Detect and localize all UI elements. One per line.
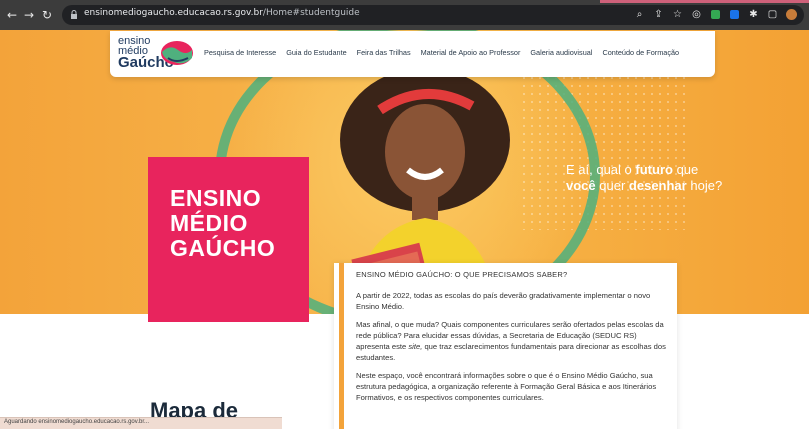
- main-nav: Pesquisa de Interesse Guia do Estudante …: [204, 48, 679, 57]
- nav-conteudo-de-formacao[interactable]: Conteúdo de Formação: [602, 48, 679, 57]
- camera-extension-icon[interactable]: ◎: [690, 8, 703, 21]
- puzzle-icon[interactable]: ✱: [747, 8, 760, 21]
- bookmark-star-icon[interactable]: ☆: [671, 8, 684, 21]
- extension-b-icon[interactable]: [728, 8, 741, 21]
- site-header: ensino médio Gaúcho Pesquisa de Interess…: [110, 31, 715, 77]
- url-text: ensinomediogaucho.educacao.rs.gov.br/Hom…: [84, 8, 360, 18]
- page: E aí, qual o futuro que você quer desenh…: [0, 30, 809, 429]
- hero-tagline: E aí, qual o futuro que você quer desenh…: [566, 162, 723, 193]
- browser-toolbar: ← → ↻ ensinomediogaucho.educacao.rs.gov.…: [0, 0, 809, 30]
- nav-galeria-audiovisual[interactable]: Galeria audiovisual: [530, 48, 592, 57]
- reload-icon[interactable]: ↻: [40, 8, 54, 22]
- intro-heading: ENSINO MÉDIO GAÚCHO: O QUE PRECISAMOS SA…: [356, 270, 568, 279]
- extension-a-icon[interactable]: [709, 8, 722, 21]
- address-bar[interactable]: ensinomediogaucho.educacao.rs.gov.br/Hom…: [62, 5, 804, 25]
- share-icon[interactable]: ⇪: [652, 8, 665, 21]
- zoom-icon[interactable]: ⌕: [633, 8, 646, 21]
- intro-paragraph-1: A partir de 2022, todas as escolas do pa…: [356, 291, 651, 311]
- hero-title: ENSINO MÉDIO GAÚCHO: [170, 185, 276, 261]
- profile-avatar-icon[interactable]: [785, 8, 798, 21]
- nav-guia-do-estudante[interactable]: Guia do Estudante: [286, 48, 346, 57]
- status-bar: Aguardando ensinomediogaucho.educacao.rs…: [0, 417, 282, 429]
- nav-feira-das-trilhas[interactable]: Feira das Trilhas: [357, 48, 411, 57]
- site-logo[interactable]: ensino médio Gaúcho: [118, 36, 198, 72]
- back-icon[interactable]: ←: [5, 8, 19, 22]
- tabstrip: [0, 0, 809, 3]
- lock-icon: [71, 10, 77, 19]
- card-accent-bar: [339, 263, 344, 429]
- sidepanel-icon[interactable]: ▢: [766, 8, 779, 21]
- nav-pesquisa-de-interesse[interactable]: Pesquisa de Interesse: [204, 48, 276, 57]
- brain-logo-icon: [161, 41, 193, 65]
- nav-material-de-apoio[interactable]: Material de Apoio ao Professor: [421, 48, 521, 57]
- toolbar-icons: ⌕ ⇪ ☆ ◎ ✱ ▢: [633, 8, 798, 21]
- intro-paragraph-3: Neste espaço, você encontrará informaçõe…: [356, 371, 657, 402]
- forward-icon[interactable]: →: [22, 8, 36, 22]
- intro-paragraph-2: Mas afinal, o que muda? Quais componente…: [356, 320, 666, 362]
- intro-card: ENSINO MÉDIO GAÚCHO: O QUE PRECISAMOS SA…: [334, 263, 677, 429]
